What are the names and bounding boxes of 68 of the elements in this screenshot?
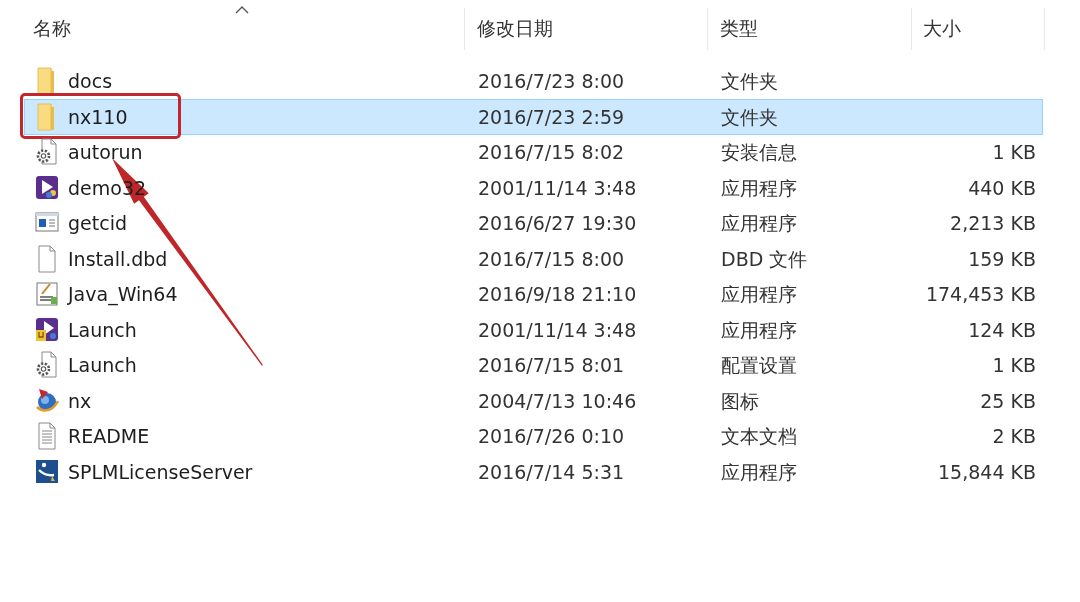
file-row[interactable]: docs 2016/7/23 8:00 文件夹 <box>24 63 1043 99</box>
file-size: 174,453 KB <box>925 282 1036 307</box>
modified-date: 2016/7/15 8:02 <box>478 140 625 165</box>
file-name: SPLMLicenseServer <box>68 459 253 484</box>
file-row[interactable]: Launch 2016/7/15 8:01 配置设置 1 KB <box>24 347 1043 383</box>
file-type: 应用程序 <box>721 211 797 236</box>
file-type: 图标 <box>721 388 759 413</box>
file-type: 配置设置 <box>721 353 797 378</box>
server-app-icon <box>35 457 59 486</box>
file-size: 1 KB <box>992 353 1036 378</box>
modified-date: 2001/11/14 3:48 <box>478 317 637 342</box>
modified-date: 2004/7/13 10:46 <box>478 388 637 413</box>
file-size: 2 KB <box>992 424 1036 449</box>
file-type: 文件夹 <box>721 104 778 129</box>
launcher-app-icon <box>35 315 59 344</box>
globe-icon <box>35 386 59 415</box>
file-type: DBD 文件 <box>721 246 808 271</box>
file-size: 1 KB <box>992 140 1036 165</box>
column-header[interactable]: 大小 <box>912 8 1045 50</box>
modified-date: 2016/7/14 5:31 <box>478 459 625 484</box>
modified-date: 2016/7/15 8:00 <box>478 246 625 271</box>
text-file-icon <box>35 422 59 451</box>
file-type: 安装信息 <box>721 140 797 165</box>
file-name: docs <box>68 69 113 94</box>
modified-date: 2016/7/15 8:01 <box>478 353 625 378</box>
installer-icon <box>35 280 59 309</box>
file-name: autorun <box>68 140 143 165</box>
modified-date: 2016/7/23 2:59 <box>478 104 625 129</box>
modified-date: 2016/7/26 0:10 <box>478 424 625 449</box>
file-name: Install.dbd <box>68 246 168 271</box>
file-name: nx110 <box>68 104 128 129</box>
file-name: getcid <box>68 211 127 236</box>
modified-date: 2016/7/23 8:00 <box>478 69 625 94</box>
file-type: 应用程序 <box>721 282 797 307</box>
gear-file-icon <box>35 351 59 380</box>
file-name: README <box>68 424 150 449</box>
file-type: 应用程序 <box>721 317 797 342</box>
column-header[interactable]: 修改日期 <box>465 8 708 50</box>
file-name: Java_Win64 <box>68 282 178 307</box>
file-size: 15,844 KB <box>938 459 1036 484</box>
modified-date: 2016/9/18 21:10 <box>478 282 637 307</box>
file-row[interactable]: Launch 2001/11/14 3:48 应用程序 124 KB <box>24 312 1043 348</box>
file-row[interactable]: Install.dbd 2016/7/15 8:00 DBD 文件 159 KB <box>24 241 1043 277</box>
file-type: 应用程序 <box>721 459 797 484</box>
modified-date: 2001/11/14 3:48 <box>478 175 637 200</box>
file-row[interactable]: nx 2004/7/13 10:46 图标 25 KB <box>24 383 1043 419</box>
file-size: 440 KB <box>968 175 1036 200</box>
file-size: 2,213 KB <box>950 211 1036 236</box>
file-row[interactable]: autorun 2016/7/15 8:02 安装信息 1 KB <box>24 134 1043 170</box>
file-type: 应用程序 <box>721 175 797 200</box>
play-app-icon <box>35 173 59 202</box>
file-row[interactable]: README 2016/7/26 0:10 文本文档 2 KB <box>24 418 1043 454</box>
file-size: 25 KB <box>980 388 1036 413</box>
gear-file-icon <box>35 138 59 167</box>
file-name: Launch <box>68 317 137 342</box>
blank-file-icon <box>35 244 59 273</box>
modified-date: 2016/6/27 19:30 <box>478 211 637 236</box>
file-name: Launch <box>68 353 137 378</box>
column-header[interactable]: 名称 <box>24 8 465 50</box>
file-type: 文本文档 <box>721 424 797 449</box>
file-row[interactable]: SPLMLicenseServer 2016/7/14 5:31 应用程序 15,844 KB <box>24 454 1043 490</box>
file-size: 124 KB <box>968 317 1036 342</box>
file-name: nx <box>68 388 92 413</box>
column-header[interactable]: 类型 <box>708 8 912 50</box>
file-size: 159 KB <box>968 246 1036 271</box>
file-row[interactable]: getcid 2016/6/27 19:30 应用程序 2,213 KB <box>24 205 1043 241</box>
file-row[interactable]: Java_Win64 2016/9/18 21:10 应用程序 174,453 KB <box>24 276 1043 312</box>
file-type: 文件夹 <box>721 69 778 94</box>
